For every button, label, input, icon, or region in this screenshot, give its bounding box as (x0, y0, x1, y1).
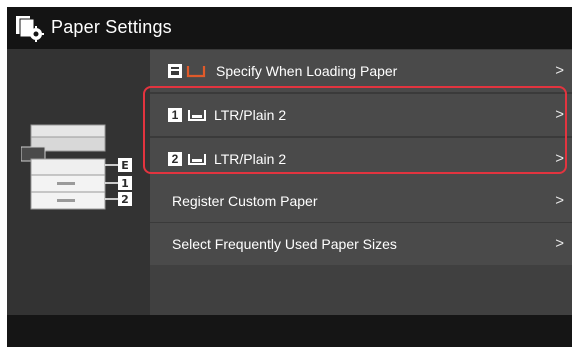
menu-item-drawer-1[interactable]: 1 LTR/Plain 2 > (150, 94, 572, 136)
drawer-2-badge: 2 (118, 192, 132, 206)
drawer-2-number-badge: 2 (168, 152, 182, 166)
menu-empty-area (150, 265, 572, 315)
menu-item-register-custom-paper[interactable]: Register Custom Paper > (150, 180, 572, 222)
chevron-right-icon: > (555, 192, 564, 209)
page-title: Paper Settings (51, 17, 172, 37)
menu-item-frequently-used-sizes[interactable]: Select Frequently Used Paper Sizes > (150, 223, 572, 265)
menu-item-label: LTR/Plain 2 (214, 107, 287, 123)
paper-drawer-icon (188, 110, 206, 121)
paper-settings-icon (16, 16, 44, 42)
envelope-feeder-badge: E (118, 158, 132, 172)
printer-screen: Paper Settings E 1 2 Specify When Loadin… (7, 7, 572, 347)
slot-label-1: 1 (121, 177, 129, 190)
drawer-1-number-badge: 1 (168, 108, 182, 122)
device-pane: E 1 2 (7, 49, 150, 315)
settings-menu: Specify When Loading Paper > 1 LTR/Plain… (150, 49, 572, 315)
chevron-right-icon: > (555, 235, 564, 252)
menu-item-label: Specify When Loading Paper (216, 63, 398, 79)
manual-feed-tray-icon (168, 64, 206, 78)
printer-device-illustration: E 1 2 (21, 124, 132, 210)
chevron-right-icon: > (555, 150, 564, 167)
menu-item-label: Register Custom Paper (172, 193, 318, 209)
drawer-1-badge: 1 (118, 176, 132, 190)
menu-item-specify-when-loading[interactable]: Specify When Loading Paper > (150, 50, 572, 92)
chevron-right-icon: > (555, 62, 564, 79)
chevron-right-icon: > (555, 106, 564, 123)
title-bar: Paper Settings (7, 7, 572, 49)
slot-label-e: E (121, 159, 129, 172)
menu-item-label: Select Frequently Used Paper Sizes (172, 236, 397, 252)
paper-drawer-icon (188, 154, 206, 165)
slot-label-2: 2 (121, 193, 129, 206)
bottom-bar (7, 315, 572, 347)
menu-item-drawer-2[interactable]: 2 LTR/Plain 2 > (150, 138, 572, 180)
menu-item-label: LTR/Plain 2 (214, 151, 287, 167)
